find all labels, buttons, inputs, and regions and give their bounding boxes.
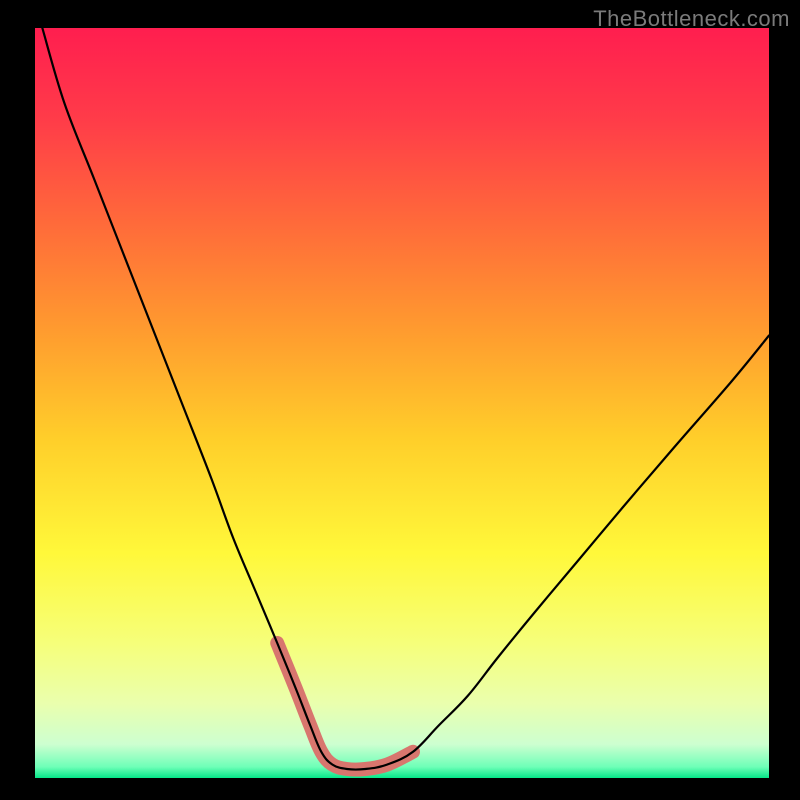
bottleneck-chart (0, 0, 800, 800)
gradient-background (35, 28, 769, 778)
chart-frame: TheBottleneck.com (0, 0, 800, 800)
